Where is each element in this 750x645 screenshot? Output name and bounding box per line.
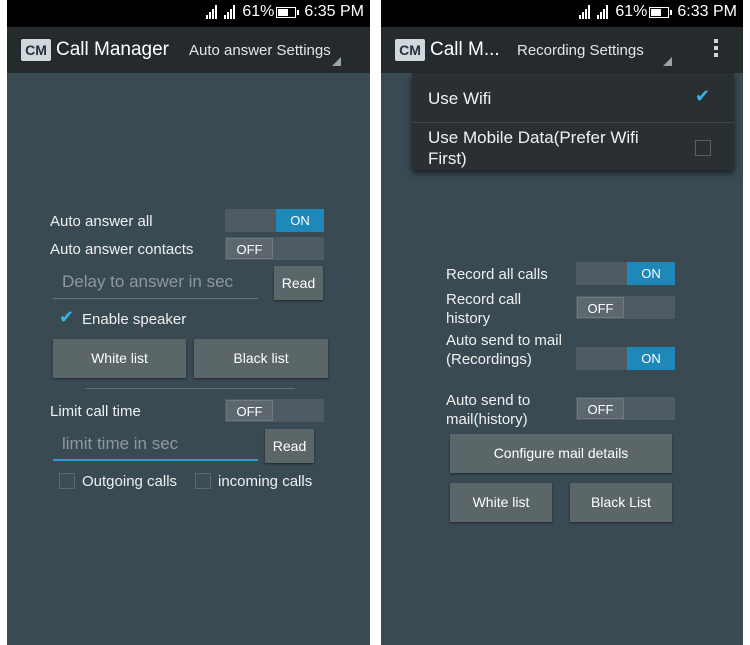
auto-answer-contacts-switch[interactable]: OFF (225, 237, 324, 260)
signal-icon (224, 5, 236, 19)
signal-icon (579, 5, 591, 19)
white-list-button[interactable]: White list (53, 339, 186, 378)
black-list-button[interactable]: Black List (570, 483, 672, 522)
settings-spinner[interactable]: Recording Settings (517, 42, 644, 59)
auto-answer-all-switch[interactable]: ON (225, 209, 324, 232)
action-bar: CM Call Manager Auto answer Settings (7, 27, 370, 73)
dropdown-arrow-icon[interactable] (332, 57, 341, 66)
auto-send-history-label: Auto send to mail(history) (446, 392, 531, 428)
network-menu: Use Wifi ✔ Use Mobile Data(Prefer Wifi F… (412, 73, 734, 170)
auto-answer-contacts-label: Auto answer contacts (50, 241, 194, 258)
action-bar: CM Call M... Recording Settings (381, 27, 743, 73)
read-delay-button[interactable]: Read (274, 266, 323, 300)
battery-icon (649, 6, 673, 18)
clock: 6:35 PM (304, 3, 364, 20)
signal-icon (597, 5, 609, 19)
use-mobile-data-option[interactable]: Use Mobile Data(Prefer Wifi First) (428, 127, 668, 169)
divider (85, 388, 295, 389)
overflow-menu-icon[interactable] (714, 39, 718, 60)
auto-send-recordings-label: Auto send to mail(Recordings) (446, 332, 562, 368)
status-bar: 61% 6:35 PM (7, 0, 370, 27)
divider (412, 122, 734, 123)
app-logo[interactable]: CM (395, 39, 425, 61)
screen-auto-answer: 61% 6:35 PM CM Call Manager Auto answer … (7, 0, 370, 645)
use-mobile-data-checkbox[interactable] (695, 140, 711, 156)
battery-icon (276, 6, 300, 18)
incoming-calls-label: incoming calls (218, 473, 313, 490)
dropdown-arrow-icon[interactable] (663, 57, 672, 66)
white-list-button[interactable]: White list (450, 483, 552, 522)
record-all-calls-switch[interactable]: ON (576, 262, 675, 285)
clock: 6:33 PM (677, 3, 737, 20)
signal-icon (206, 5, 218, 19)
app-logo[interactable]: CM (21, 39, 51, 61)
battery-percent: 61% (242, 3, 275, 20)
auto-send-history-switch[interactable]: OFF (576, 397, 675, 420)
limit-call-time-switch[interactable]: OFF (225, 399, 324, 422)
read-limit-button[interactable]: Read (265, 429, 314, 463)
limit-time-input[interactable]: limit time in sec (53, 434, 258, 461)
record-all-calls-label: Record all calls (446, 266, 548, 283)
incoming-calls-checkbox[interactable] (195, 473, 211, 489)
app-title: Call M... (430, 39, 500, 60)
configure-mail-button[interactable]: Configure mail details (450, 434, 672, 473)
outgoing-calls-checkbox[interactable] (59, 473, 75, 489)
limit-call-time-label: Limit call time (50, 403, 141, 420)
auto-send-recordings-switch[interactable]: ON (576, 347, 675, 370)
auto-answer-all-label: Auto answer all (50, 213, 153, 230)
use-wifi-option[interactable]: Use Wifi (428, 88, 491, 109)
settings-spinner[interactable]: Auto answer Settings (189, 42, 331, 59)
record-call-history-switch[interactable]: OFF (576, 296, 675, 319)
screen-recording-settings: 61% 6:33 PM CM Call M... Recording Setti… (381, 0, 743, 645)
battery-percent: 61% (615, 3, 648, 20)
delay-input[interactable]: Delay to answer in sec (53, 272, 258, 299)
black-list-button[interactable]: Black list (194, 339, 328, 378)
app-title: Call Manager (56, 39, 169, 60)
enable-speaker-label: Enable speaker (82, 311, 187, 328)
use-wifi-checkbox[interactable]: ✔ (695, 87, 710, 105)
status-bar: 61% 6:33 PM (381, 0, 743, 27)
enable-speaker-checkbox[interactable]: ✔ (59, 308, 74, 326)
outgoing-calls-label: Outgoing calls (82, 473, 178, 490)
record-call-history-label: Record call history (446, 291, 522, 327)
